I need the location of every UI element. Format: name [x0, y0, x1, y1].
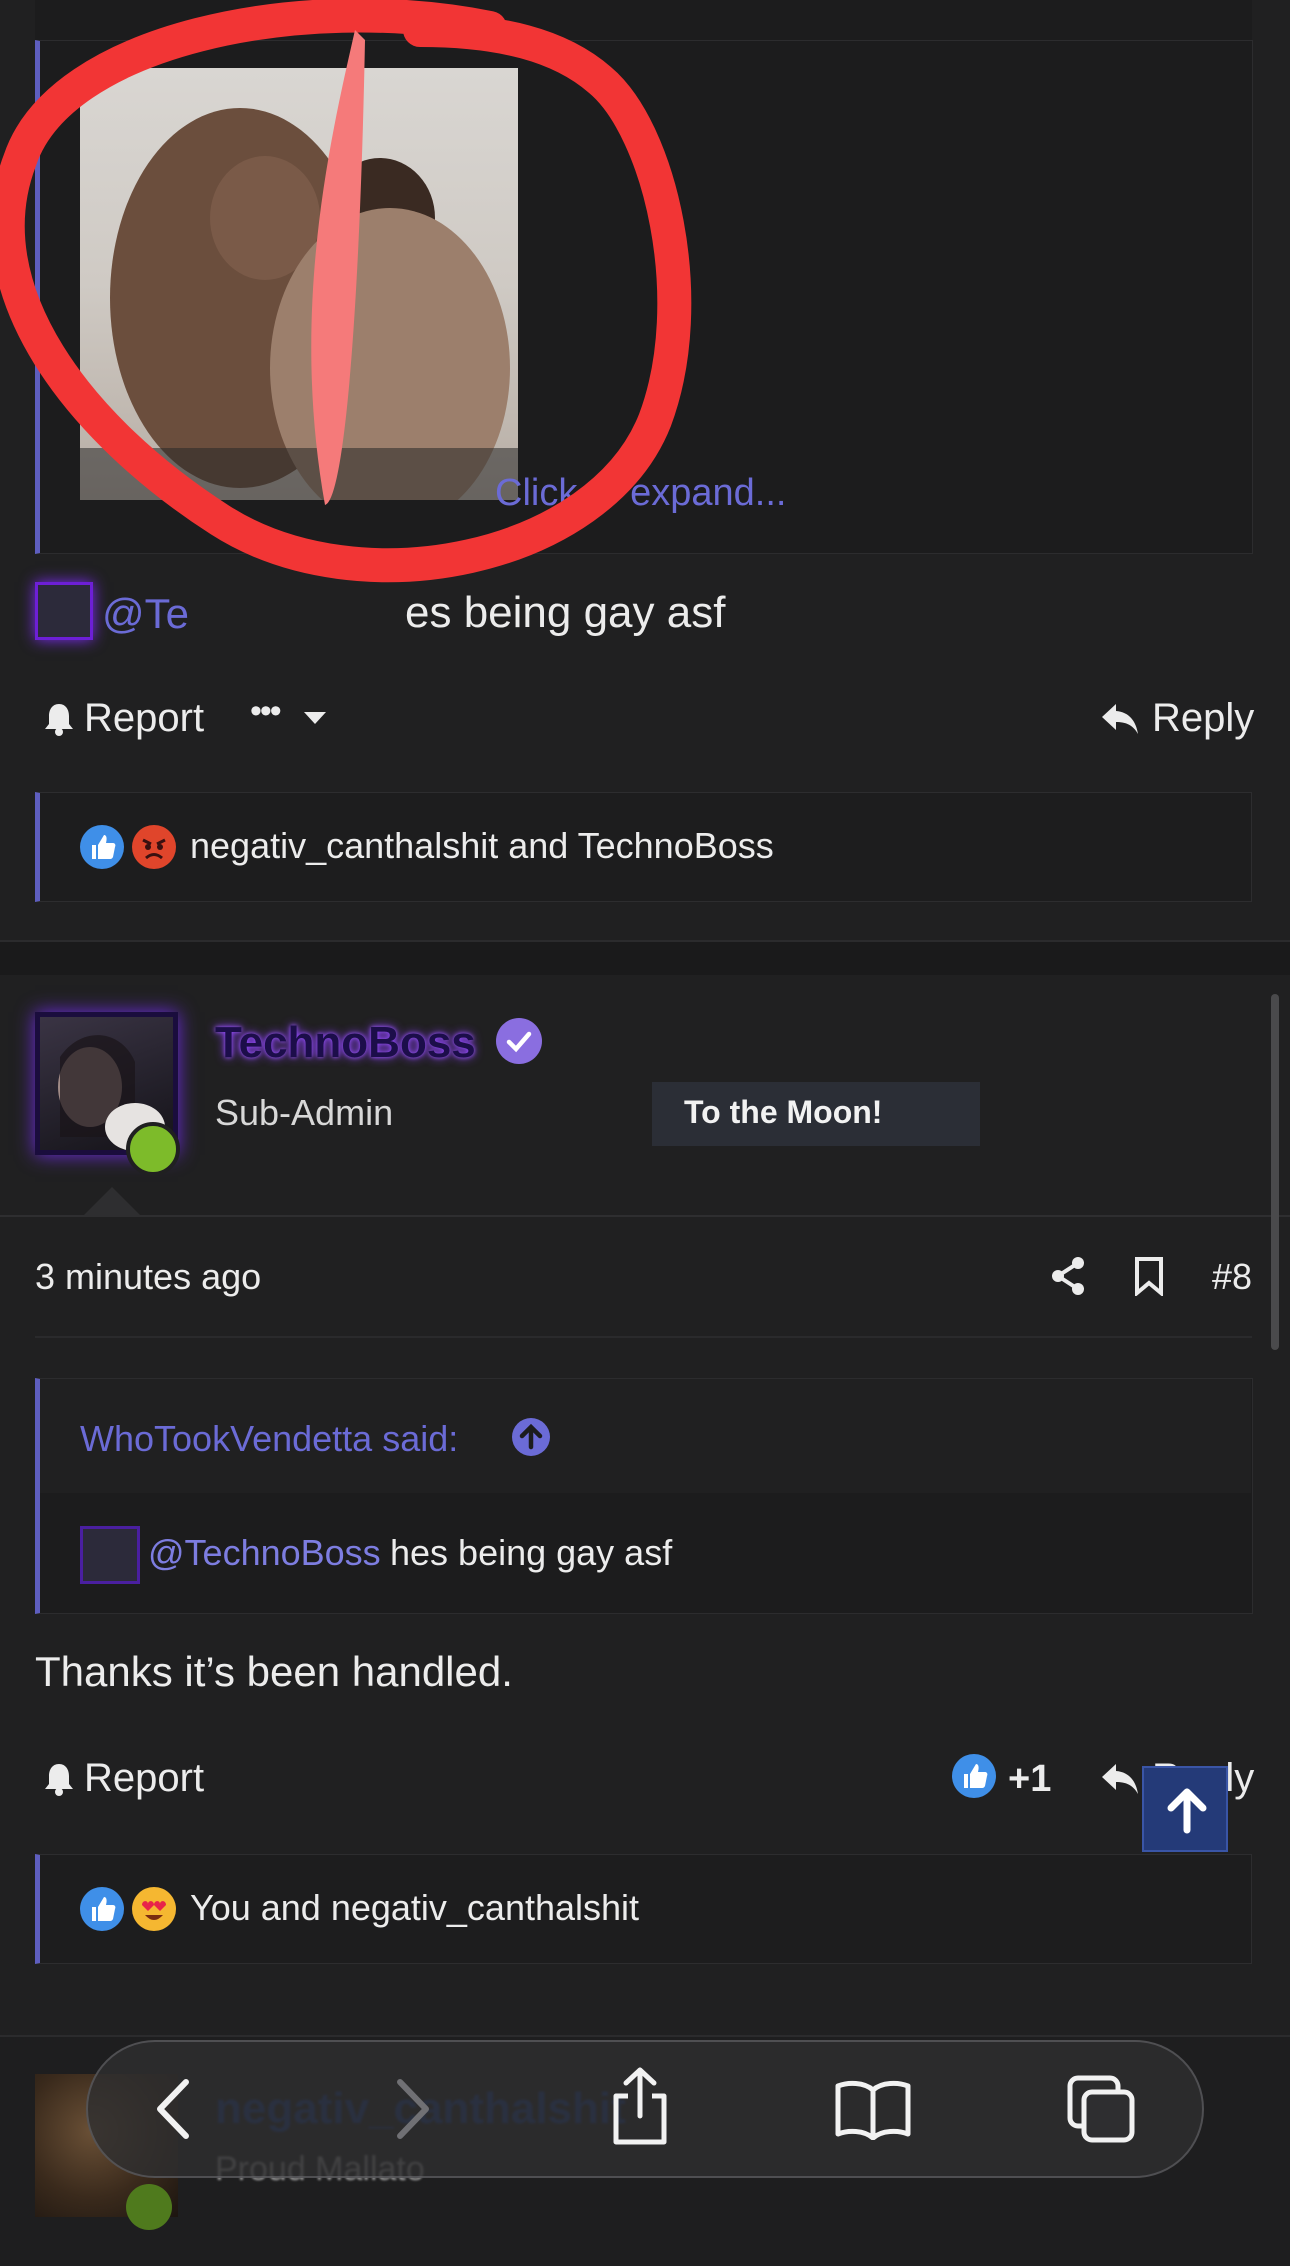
arrow-up-circle-icon[interactable] — [512, 1418, 550, 1456]
post-9-online-dot — [126, 2184, 172, 2230]
report-label: Report — [84, 696, 205, 740]
user-banner-text: To the Moon! — [684, 1094, 883, 1130]
quote-mention[interactable]: @TechnoBoss — [148, 1532, 381, 1574]
like-button[interactable]: +1 — [952, 1750, 1062, 1806]
reply-arrow-icon — [1102, 1764, 1138, 1794]
share-icon[interactable] — [1050, 1256, 1086, 1296]
bookmarks-book-icon[interactable] — [834, 2078, 912, 2140]
back-icon[interactable] — [152, 2076, 196, 2142]
angry-face-icon — [132, 825, 176, 869]
chevron-down-icon — [304, 712, 326, 724]
scroll-to-top-button[interactable] — [1142, 1766, 1228, 1852]
post-8-username[interactable]: TechnoBoss — [215, 1018, 476, 1068]
share-sheet-icon[interactable] — [608, 2066, 672, 2146]
post-8-reactions-bar[interactable]: You and negativ_canthalshit — [35, 1854, 1252, 1964]
user-banner: To the Moon! — [652, 1082, 980, 1146]
post-8-role: Sub-Admin — [215, 1092, 394, 1133]
post-8-reactions-text[interactable]: You and negativ_canthalshit — [190, 1887, 639, 1929]
post-8-timestamp[interactable]: 3 minutes ago — [35, 1256, 261, 1298]
post-8-header — [0, 975, 1290, 1215]
post-7-reactions-bar[interactable]: negativ_canthalshit and TechnoBoss — [35, 792, 1252, 902]
post-7-report-button[interactable]: Report — [40, 690, 220, 746]
like-count: +1 — [1008, 1758, 1052, 1800]
bell-icon — [45, 1764, 73, 1796]
post-number[interactable]: #8 — [1212, 1256, 1252, 1298]
bookmark-icon[interactable] — [1134, 1256, 1164, 1296]
post-8-report-button[interactable]: Report — [40, 1750, 220, 1806]
thumbs-up-icon — [80, 825, 124, 869]
post-8-meta-separator — [35, 1336, 1252, 1338]
bell-icon — [45, 704, 73, 736]
reply-arrow-icon — [1102, 704, 1138, 734]
thumbs-up-icon — [952, 1754, 996, 1798]
header-pointer — [84, 1187, 140, 1215]
reply-label: Reply — [1152, 696, 1255, 740]
thumbs-up-icon — [80, 1887, 124, 1931]
page-scrollbar[interactable] — [1271, 994, 1279, 1350]
more-dots: ••• — [250, 692, 282, 730]
tabs-icon[interactable] — [1066, 2074, 1138, 2144]
quote-text: hes being gay asf — [390, 1532, 673, 1573]
post-7-reactions-text[interactable]: negativ_canthalshit and TechnoBoss — [190, 825, 774, 867]
quote-mention-avatar[interactable] — [80, 1526, 140, 1584]
heart-eyes-icon — [132, 1887, 176, 1931]
forward-icon[interactable] — [390, 2076, 434, 2142]
post-8-body-text: Thanks it’s been handled. — [35, 1648, 513, 1695]
online-status-dot — [126, 1122, 180, 1176]
red-annotation-circle — [0, 0, 692, 583]
arrow-up-icon — [1167, 1788, 1207, 1834]
post-7-more-menu[interactable]: ••• — [250, 690, 340, 746]
post-7-reply-button[interactable]: Reply — [1100, 690, 1260, 746]
post-divider — [0, 940, 1290, 942]
check-badge-icon — [496, 1018, 542, 1064]
report-label: Report — [84, 1756, 205, 1800]
quote-author[interactable]: WhoTookVendetta said: — [80, 1418, 458, 1460]
